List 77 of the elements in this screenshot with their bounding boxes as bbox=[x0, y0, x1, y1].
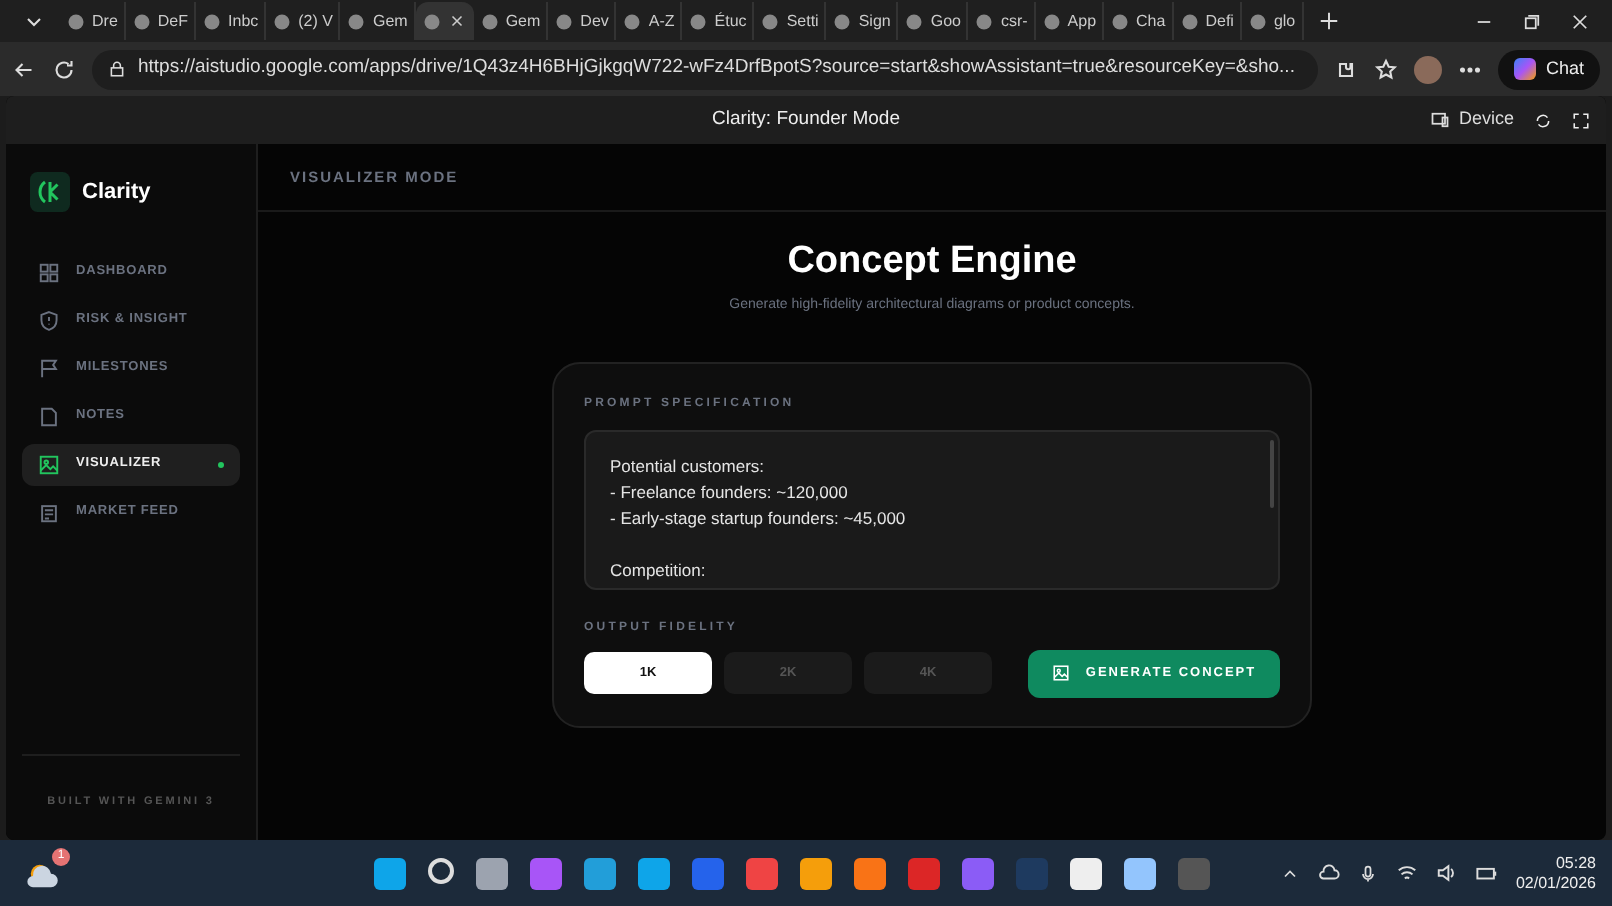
app-icon[interactable] bbox=[853, 857, 886, 889]
close-icon[interactable] bbox=[447, 12, 466, 30]
browser-tab[interactable]: glo bbox=[1241, 2, 1304, 40]
lock-icon bbox=[108, 60, 126, 78]
chat-button[interactable]: Chat bbox=[1497, 49, 1600, 89]
browser-tab[interactable]: Inbc bbox=[196, 2, 267, 40]
browser-tab[interactable]: Gem bbox=[340, 2, 416, 40]
image-icon bbox=[1051, 664, 1070, 682]
prompt-field[interactable]: Potential customers: - Freelance founders: ~120,000 - Early-stage startup founders: ~45,000 Competition: bbox=[584, 429, 1280, 589]
grid-icon bbox=[38, 261, 60, 283]
favicon-icon bbox=[1179, 11, 1200, 31]
browser-tab[interactable]: Dev bbox=[548, 2, 617, 40]
address-bar[interactable]: https://aistudio.google.com/apps/drive/1Q43z4H6BHjGjkgqW722-wFz4DrfBpotS?source=start&showAssistant=true&resourceKey=&sho... bbox=[92, 49, 1318, 89]
favicon-icon bbox=[66, 11, 86, 31]
clock-date: 02/01/2026 bbox=[1515, 873, 1596, 893]
device-button[interactable]: Device bbox=[1430, 106, 1514, 134]
close-icon[interactable] bbox=[1570, 11, 1590, 31]
favicon-icon bbox=[1041, 11, 1062, 31]
favicon-icon bbox=[421, 11, 442, 31]
favicon-icon bbox=[974, 11, 995, 31]
browser-tab[interactable]: Setti bbox=[754, 2, 827, 40]
favicon-icon bbox=[1110, 11, 1131, 31]
favicon-icon bbox=[202, 11, 223, 31]
active-dot-icon bbox=[218, 461, 224, 467]
browser-tab[interactable] bbox=[415, 2, 474, 40]
browser-tab[interactable]: Dre bbox=[60, 2, 126, 40]
brand-name: Clarity bbox=[82, 177, 151, 208]
favicon-icon bbox=[688, 11, 709, 31]
browser-tab[interactable]: csr- bbox=[968, 2, 1036, 40]
microphone-icon[interactable] bbox=[1357, 863, 1378, 883]
browser-tab[interactable]: Gem bbox=[473, 2, 549, 40]
speaker-icon[interactable] bbox=[1435, 862, 1458, 884]
extensions-icon[interactable] bbox=[1333, 57, 1358, 81]
cloud-icon[interactable] bbox=[1317, 862, 1340, 884]
scrollbar-thumb bbox=[1270, 439, 1274, 507]
favicon-icon bbox=[832, 11, 853, 31]
favicon-icon bbox=[1247, 11, 1268, 31]
new-tab-icon[interactable] bbox=[1317, 10, 1340, 32]
favicon-icon bbox=[622, 11, 643, 31]
flag-icon bbox=[38, 357, 60, 379]
url-text: https://aistudio.google.com/apps/drive/1Q43z4H6BHjGjkgqW722-wFz4DrfBpotS?source=start&showAssistant=true&resourceKey=&sho... bbox=[138, 54, 1295, 83]
copilot-icon bbox=[1513, 58, 1536, 80]
browser-tab[interactable]: A-Z bbox=[616, 2, 683, 40]
restore-icon[interactable] bbox=[1522, 11, 1542, 31]
browser-tab[interactable]: Étuc bbox=[682, 2, 755, 40]
favorites-icon[interactable] bbox=[1373, 57, 1398, 81]
page-title: Concept Engine bbox=[787, 240, 1077, 284]
browser-tab[interactable]: (2) V bbox=[266, 2, 341, 40]
device-icon bbox=[1430, 110, 1451, 130]
favicon-icon bbox=[904, 11, 925, 31]
browser-tab[interactable]: Cha bbox=[1104, 2, 1174, 40]
wifi-icon[interactable] bbox=[1395, 862, 1418, 884]
newspaper-icon bbox=[38, 501, 60, 523]
favicon-icon bbox=[479, 11, 500, 31]
browser-tab[interactable]: Goo bbox=[898, 2, 969, 40]
browser-tab[interactable]: App bbox=[1035, 2, 1105, 40]
browser-tab[interactable]: Defi bbox=[1173, 2, 1242, 40]
logo-icon bbox=[30, 172, 70, 212]
favicon-icon bbox=[346, 11, 367, 31]
browser-tab[interactable]: Sign bbox=[826, 2, 899, 40]
image-icon bbox=[38, 453, 60, 475]
favicon-icon bbox=[760, 11, 781, 31]
document-icon bbox=[38, 405, 60, 427]
clock-time: 05:28 bbox=[1553, 853, 1596, 873]
favicon-icon bbox=[131, 11, 152, 31]
battery-icon[interactable] bbox=[1475, 862, 1498, 884]
refresh-icon[interactable] bbox=[1534, 111, 1552, 129]
favicon-icon bbox=[272, 11, 293, 31]
clock[interactable]: 05:28 02/01/2026 bbox=[1515, 853, 1596, 893]
browser-tab[interactable]: DeF bbox=[125, 2, 197, 40]
shield-icon bbox=[38, 309, 60, 331]
app-title: Clarity: Founder Mode bbox=[712, 105, 900, 134]
reload-icon[interactable] bbox=[52, 57, 76, 81]
avatar[interactable] bbox=[1413, 55, 1442, 83]
fullscreen-icon[interactable] bbox=[1572, 111, 1590, 129]
app-icon[interactable] bbox=[1069, 857, 1102, 889]
favicon-icon bbox=[554, 11, 575, 31]
